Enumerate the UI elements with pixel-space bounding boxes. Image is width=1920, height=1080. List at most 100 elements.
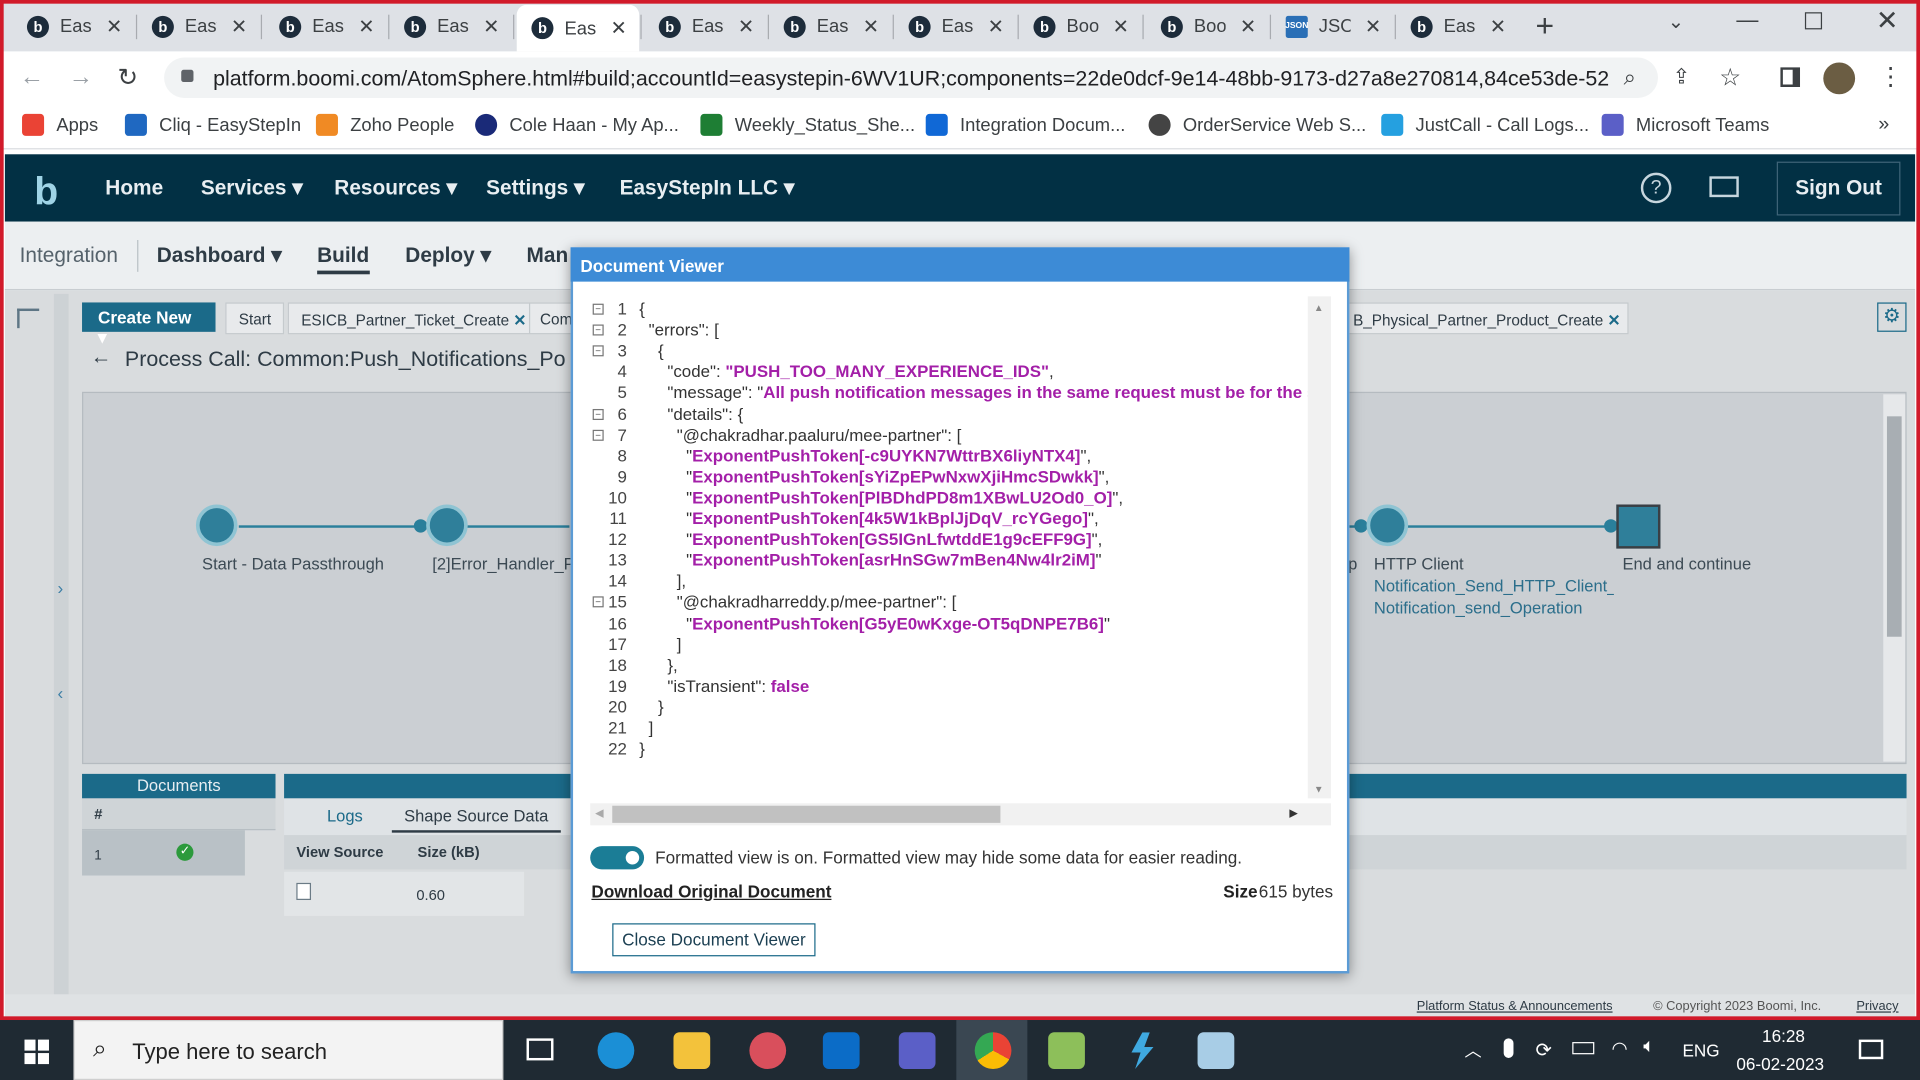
formatted-view-toggle[interactable] bbox=[590, 846, 645, 870]
horizontal-scroll-thumb[interactable] bbox=[612, 805, 1001, 823]
browser-tab[interactable]: b Easy ✕ bbox=[894, 10, 1016, 43]
book-app-icon[interactable] bbox=[1197, 1032, 1235, 1069]
operation-link[interactable]: Notification_send_Operation bbox=[1374, 599, 1583, 617]
file-explorer-icon[interactable] bbox=[673, 1032, 711, 1069]
left-panel-divider[interactable] bbox=[53, 293, 69, 1017]
view-source-icon[interactable] bbox=[296, 882, 312, 901]
browser-tab[interactable]: b Boo ✕ bbox=[1146, 10, 1268, 43]
close-tab-icon[interactable]: ✕ bbox=[988, 14, 1004, 38]
close-document-viewer-button[interactable]: Close Document Viewer bbox=[612, 923, 816, 957]
close-tab-icon[interactable]: ✕ bbox=[1365, 14, 1381, 38]
error-handler-shape-icon[interactable] bbox=[426, 504, 468, 547]
browser-tab[interactable]: b Easy ✕ bbox=[644, 10, 766, 43]
chrome-icon[interactable] bbox=[974, 1032, 1012, 1069]
close-tab-icon[interactable]: ✕ bbox=[1240, 14, 1256, 38]
close-window-button[interactable]: ✕ bbox=[1876, 5, 1899, 37]
create-new-button[interactable]: Create New ▾ bbox=[82, 302, 216, 347]
outlook-icon[interactable] bbox=[822, 1032, 860, 1069]
minimize-button[interactable]: — bbox=[1736, 7, 1758, 33]
search-placeholder[interactable]: Type here to search bbox=[132, 1040, 327, 1066]
browser-tab[interactable]: b Easy ✕ bbox=[1396, 10, 1518, 43]
bookmark-item[interactable]: Weekly_Status_She... bbox=[700, 113, 915, 136]
scroll-down-icon[interactable]: ▼ bbox=[1314, 784, 1324, 795]
more-bookmarks-icon[interactable]: » bbox=[1878, 114, 1889, 136]
mail-icon[interactable] bbox=[1709, 176, 1739, 198]
download-original-link[interactable]: Download Original Document bbox=[591, 882, 831, 902]
component-explorer-icon[interactable] bbox=[17, 308, 40, 329]
sync-icon[interactable]: ⟳ bbox=[1536, 1038, 1552, 1062]
volume-icon[interactable]: 🔈︎ bbox=[1643, 1036, 1655, 1058]
restore-button[interactable] bbox=[1804, 12, 1823, 30]
nav-home[interactable]: Home bbox=[105, 176, 163, 200]
nav-services[interactable]: Services ▾ bbox=[201, 176, 303, 200]
bookmark-item[interactable]: Apps bbox=[22, 113, 98, 136]
task-view-icon[interactable] bbox=[526, 1038, 554, 1061]
end-shape-icon[interactable] bbox=[1616, 504, 1661, 549]
tab-partner-ticket[interactable]: ESICB_Partner_Ticket_Create ✕ bbox=[287, 302, 540, 335]
tab-deploy[interactable]: Deploy ▾ bbox=[405, 244, 491, 268]
fold-toggle-icon[interactable]: − bbox=[592, 429, 604, 441]
json-code-view[interactable]: − 1 {− 2 "errors": [− 3 {4 "code": "PUSH_TOO… bbox=[590, 296, 1308, 798]
bookmark-item[interactable]: OrderService Web S... bbox=[1148, 113, 1366, 136]
snipping-tool-icon[interactable] bbox=[749, 1032, 787, 1069]
tab-manage[interactable]: Man bbox=[527, 244, 569, 268]
notifications-icon[interactable] bbox=[1858, 1039, 1884, 1060]
fold-toggle-icon[interactable]: − bbox=[592, 596, 604, 608]
sign-out-button[interactable]: Sign Out bbox=[1776, 161, 1901, 216]
clock-date[interactable]: 06-02-2023 bbox=[1736, 1054, 1824, 1074]
share-icon[interactable]: ⇪ bbox=[1673, 65, 1690, 89]
battery-icon[interactable] bbox=[1572, 1042, 1595, 1055]
canvas-scrollbar-thumb[interactable] bbox=[1886, 416, 1902, 637]
fold-toggle-icon[interactable]: − bbox=[592, 408, 604, 420]
nav-account[interactable]: EasyStepIn LLC ▾ bbox=[620, 176, 795, 200]
scroll-left-icon[interactable]: ◀ bbox=[595, 807, 603, 820]
bookmark-item[interactable]: Cole Haan - My Ap... bbox=[475, 113, 679, 136]
new-tab-button[interactable]: + bbox=[1536, 7, 1555, 45]
collapse-left-icon[interactable]: ‹ bbox=[58, 683, 64, 703]
boomi-logo[interactable]: b bbox=[34, 169, 58, 214]
back-icon[interactable]: ← bbox=[20, 64, 44, 92]
scroll-up-icon[interactable]: ▲ bbox=[1314, 302, 1324, 313]
fold-toggle-icon[interactable]: − bbox=[592, 345, 604, 357]
browser-tab[interactable]: b Easy ✕ bbox=[12, 10, 134, 43]
close-tab-icon[interactable]: ✕ bbox=[1490, 14, 1506, 38]
tab-dashboard[interactable]: Dashboard ▾ bbox=[157, 244, 282, 268]
clock-time[interactable]: 16:28 bbox=[1762, 1026, 1805, 1046]
code-vertical-scrollbar[interactable] bbox=[1307, 296, 1332, 799]
document-row[interactable] bbox=[82, 830, 245, 876]
close-tab-icon[interactable]: ✕ bbox=[738, 14, 754, 38]
source-data-row[interactable] bbox=[284, 871, 525, 916]
notepad-plus-icon[interactable] bbox=[1048, 1032, 1085, 1069]
side-panel-icon[interactable] bbox=[1780, 67, 1801, 87]
close-tab-icon[interactable]: ✕ bbox=[231, 14, 247, 38]
tab-logs[interactable]: Logs bbox=[327, 807, 363, 825]
http-client-shape-icon[interactable] bbox=[1366, 504, 1409, 547]
forward-icon[interactable]: → bbox=[69, 64, 93, 92]
fold-toggle-icon[interactable]: − bbox=[592, 303, 604, 315]
profile-avatar[interactable] bbox=[1823, 62, 1856, 95]
menu-icon[interactable]: ⋮ bbox=[1878, 61, 1902, 92]
close-tab-icon[interactable]: ✕ bbox=[106, 14, 122, 38]
close-tab-icon[interactable]: ✕ bbox=[1113, 14, 1129, 38]
teams-icon[interactable] bbox=[898, 1032, 936, 1069]
close-tab-icon[interactable]: ✕ bbox=[483, 14, 499, 38]
url-text[interactable]: platform.boomi.com/AtomSphere.html#build… bbox=[213, 66, 1609, 92]
nav-settings[interactable]: Settings ▾ bbox=[486, 176, 584, 200]
bookmark-item[interactable]: Cliq - EasyStepIn bbox=[124, 113, 301, 136]
browser-tab[interactable]: JSON JSO ✕ bbox=[1271, 10, 1393, 43]
start-shape-icon[interactable] bbox=[195, 504, 238, 547]
reload-icon[interactable]: ↻ bbox=[118, 62, 139, 93]
tab-start[interactable]: Start bbox=[225, 302, 285, 335]
show-hidden-icons[interactable]: ︿ bbox=[1465, 1038, 1482, 1062]
browser-tab[interactable]: b Easy ✕ bbox=[516, 4, 640, 52]
connection-link[interactable]: Notification_Send_HTTP_Client_Co bbox=[1374, 577, 1614, 595]
windows-start-icon[interactable] bbox=[24, 1039, 49, 1065]
close-tab-icon[interactable]: ✕ bbox=[863, 14, 879, 38]
browser-tab[interactable]: b Easy ✕ bbox=[264, 10, 386, 43]
edge-icon[interactable] bbox=[597, 1032, 635, 1069]
bookmark-item[interactable]: Microsoft Teams bbox=[1601, 113, 1769, 136]
close-tab-icon[interactable]: ✕ bbox=[358, 14, 374, 38]
privacy-link[interactable]: Privacy bbox=[1856, 999, 1898, 1014]
tab-search-icon[interactable]: ⌄ bbox=[1668, 10, 1684, 34]
browser-tab[interactable]: b Easy ✕ bbox=[137, 10, 259, 43]
